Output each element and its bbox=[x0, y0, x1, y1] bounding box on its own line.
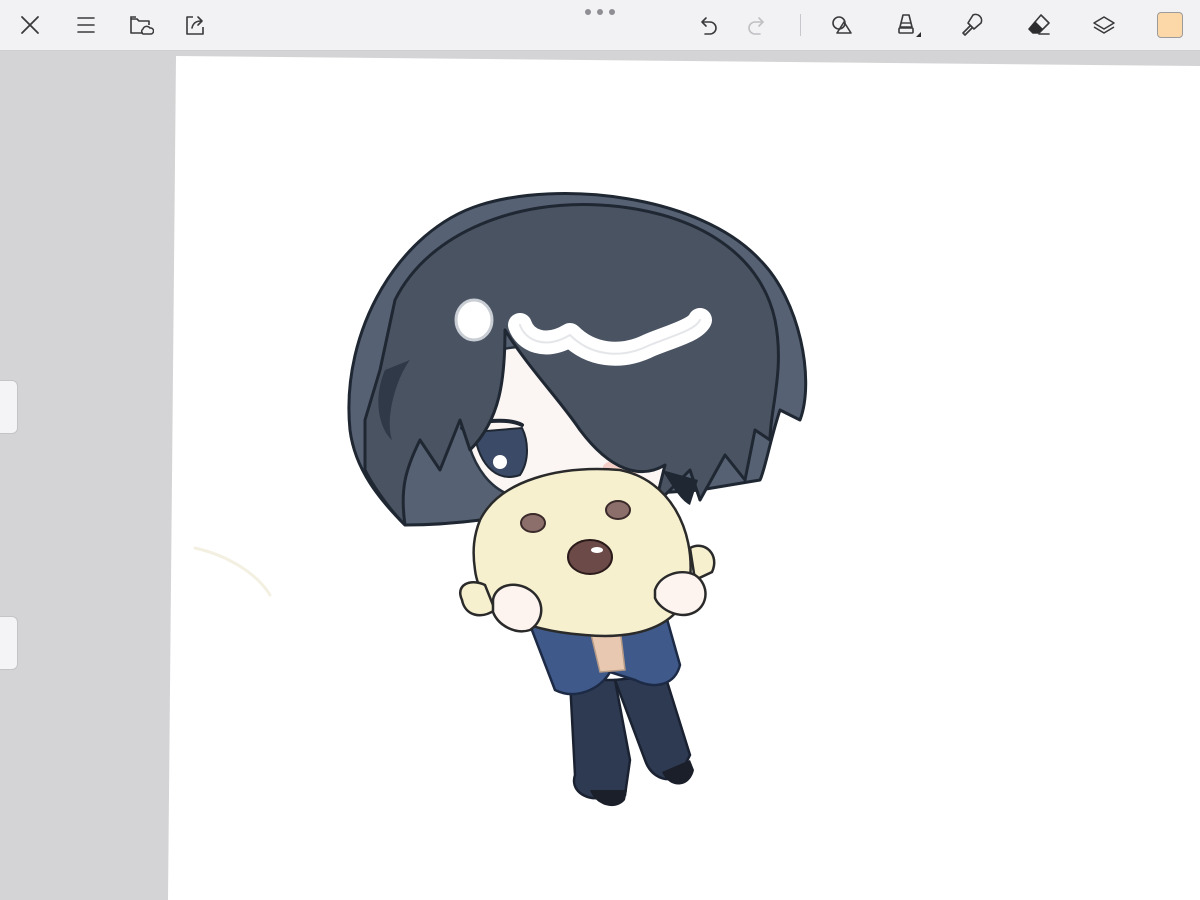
drawing-canvas-area[interactable] bbox=[0, 50, 1200, 900]
layers-button[interactable] bbox=[1084, 5, 1124, 45]
fill-tool-button[interactable] bbox=[952, 5, 992, 45]
export-icon bbox=[186, 16, 204, 35]
redo-button[interactable] bbox=[737, 5, 777, 45]
menu-button[interactable] bbox=[66, 5, 106, 45]
menu-icon bbox=[77, 17, 95, 33]
eraser-icon bbox=[1028, 14, 1050, 35]
folder-cloud-icon bbox=[130, 16, 154, 35]
brush-tool-button[interactable] bbox=[888, 5, 928, 45]
eraser-tool-button[interactable] bbox=[1019, 5, 1059, 45]
brush-icon bbox=[898, 14, 921, 37]
close-icon bbox=[21, 16, 39, 34]
undo-icon bbox=[701, 17, 717, 35]
export-button[interactable] bbox=[176, 5, 216, 45]
layers-icon bbox=[1093, 16, 1115, 34]
shapes-tool-button[interactable] bbox=[822, 5, 862, 45]
close-button[interactable] bbox=[10, 5, 50, 45]
gallery-button[interactable] bbox=[121, 5, 161, 45]
more-dots-icon[interactable] bbox=[585, 6, 615, 18]
drawing-app bbox=[0, 0, 1200, 900]
top-toolbar bbox=[0, 0, 1200, 51]
shapes-icon bbox=[832, 16, 852, 34]
drawing-canvas[interactable] bbox=[0, 50, 1200, 900]
redo-icon bbox=[748, 17, 764, 35]
color-swatch-button[interactable] bbox=[1157, 12, 1183, 38]
fill-icon bbox=[962, 13, 983, 36]
undo-button[interactable] bbox=[688, 5, 728, 45]
toolbar-separator bbox=[800, 14, 801, 36]
